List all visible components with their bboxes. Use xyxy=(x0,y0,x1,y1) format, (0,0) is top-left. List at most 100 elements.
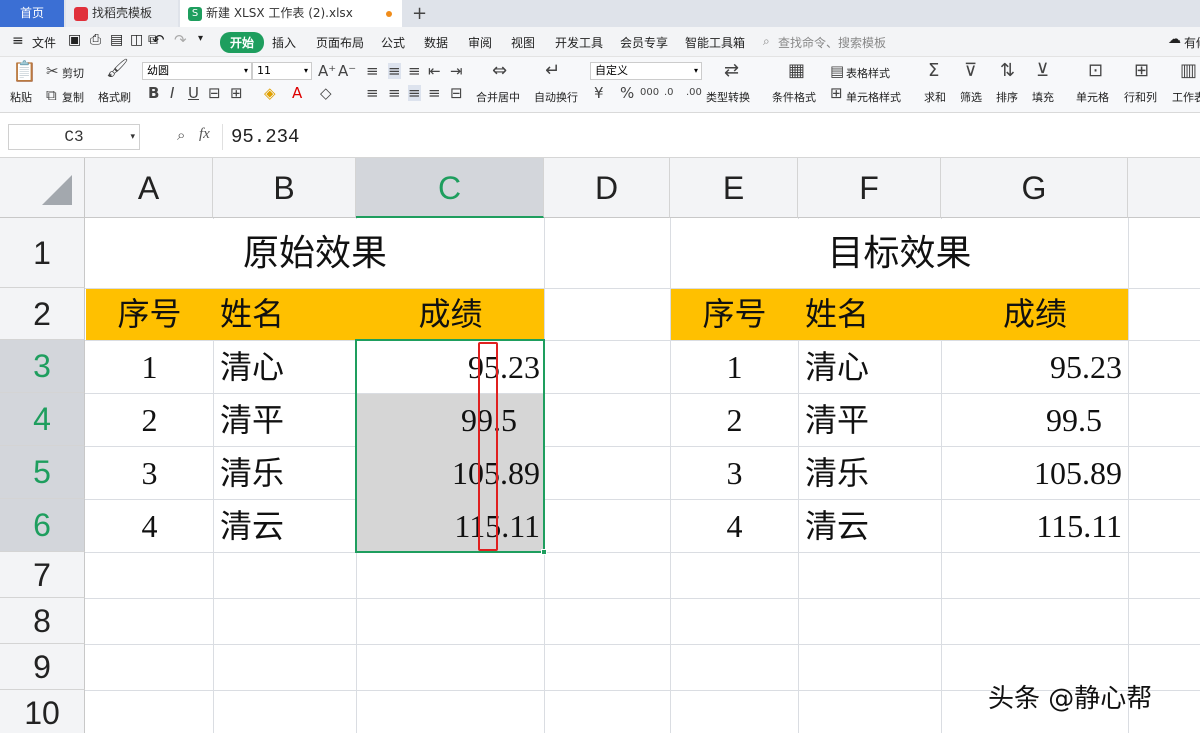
tab-docer-templates[interactable]: 找稻壳模板 xyxy=(66,0,178,27)
right-idx-2[interactable]: 2 xyxy=(671,394,798,446)
merge-center-icon[interactable]: ⇔ xyxy=(492,62,507,80)
select-all-corner[interactable] xyxy=(0,158,85,218)
align-middle-icon[interactable]: ≡ xyxy=(388,63,401,79)
left-idx-4[interactable]: 4 xyxy=(86,500,213,552)
tab-home[interactable]: 首页 xyxy=(0,0,64,27)
menu-right-label[interactable]: 有修 xyxy=(1184,34,1200,51)
underline-icon[interactable]: U xyxy=(188,85,199,101)
column-header-e[interactable]: E xyxy=(670,158,798,218)
right-idx-3[interactable]: 3 xyxy=(671,447,798,499)
right-idx-1[interactable]: 1 xyxy=(671,341,798,393)
right-score-1[interactable]: 95.23 xyxy=(942,341,1122,393)
table-style-button[interactable]: 表格样式 xyxy=(846,65,890,81)
menu-view[interactable]: 视图 xyxy=(511,34,535,51)
sort-icon[interactable]: ⇅ xyxy=(1000,62,1015,80)
row-col-icon[interactable]: ⊞ xyxy=(1134,62,1149,80)
column-header-a[interactable]: A xyxy=(85,158,213,218)
left-idx-1[interactable]: 1 xyxy=(86,341,213,393)
chevron-down-icon[interactable]: ▾ xyxy=(198,33,203,44)
sum-button[interactable]: 求和 xyxy=(924,89,946,105)
column-header-c[interactable]: C xyxy=(356,158,544,218)
font-size-select[interactable]: 11 ▾ xyxy=(252,62,312,80)
search-icon[interactable]: ⌕ xyxy=(763,34,770,49)
eraser-icon[interactable]: ◇ xyxy=(320,85,332,101)
row-header-2[interactable]: 2 xyxy=(0,288,85,340)
worksheet-button[interactable]: 工作表 xyxy=(1172,89,1200,105)
currency-icon[interactable]: ¥ xyxy=(594,85,604,101)
column-header-b[interactable]: B xyxy=(213,158,356,218)
number-format-select[interactable]: 自定义 ▾ xyxy=(590,62,702,80)
type-convert-icon[interactable]: ⇄ xyxy=(724,62,739,80)
row-header-1[interactable]: 1 xyxy=(0,218,85,288)
left-header-index[interactable]: 序号 xyxy=(86,289,213,340)
cell-icon[interactable]: ⊡ xyxy=(1088,62,1103,80)
cell-button[interactable]: 单元格 xyxy=(1076,89,1109,105)
type-convert-button[interactable]: 类型转换 xyxy=(706,89,750,105)
bold-icon[interactable]: B xyxy=(148,85,159,101)
copy-icon[interactable]: ⧉ xyxy=(46,87,57,103)
filter-icon[interactable]: ⊽ xyxy=(964,62,977,80)
sum-icon[interactable]: Σ xyxy=(928,62,939,80)
row-header-5[interactable]: 5 xyxy=(0,446,85,499)
strikethrough-icon[interactable]: ⊟ xyxy=(208,85,221,101)
menu-file[interactable]: 文件 xyxy=(32,34,56,51)
cell-style-icon[interactable]: ⊞ xyxy=(830,85,843,101)
wrap-text-icon[interactable]: ↵ xyxy=(545,62,560,80)
copy-button[interactable]: 复制 xyxy=(62,89,84,105)
menu-member[interactable]: 会员专享 xyxy=(620,34,668,51)
menu-page-layout[interactable]: 页面布局 xyxy=(316,34,364,51)
font-name-select[interactable]: 幼圆 ▾ xyxy=(142,62,252,80)
indent-increase-icon[interactable]: ⇥ xyxy=(450,63,463,79)
table-style-icon[interactable]: ▤ xyxy=(830,63,844,79)
distributed-icon[interactable]: ⊟ xyxy=(450,85,463,101)
paste-button[interactable]: 粘贴 xyxy=(10,89,32,105)
undo-icon[interactable]: ↶ xyxy=(152,31,165,49)
right-header-name[interactable]: 姓名 xyxy=(805,289,941,340)
worksheet-icon[interactable]: ▥ xyxy=(1180,62,1197,80)
align-center-icon[interactable]: ≡ xyxy=(388,85,401,101)
increase-decimal-icon[interactable]: .0 xyxy=(664,85,674,101)
left-idx-2[interactable]: 2 xyxy=(86,394,213,446)
format-painter-button[interactable]: 格式刷 xyxy=(98,89,131,105)
fill-color-icon[interactable]: ◈ xyxy=(264,85,276,101)
filter-button[interactable]: 筛选 xyxy=(960,89,982,105)
cloud-icon[interactable]: ☁ xyxy=(1168,32,1181,47)
wrap-text-button[interactable]: 自动换行 xyxy=(534,89,578,105)
left-idx-3[interactable]: 3 xyxy=(86,447,213,499)
name-box[interactable]: C3 ▾ xyxy=(8,124,140,150)
right-score-2[interactable]: 99.5 xyxy=(942,394,1102,446)
zoom-search-icon[interactable]: ⌕ xyxy=(177,126,185,144)
print-preview-icon[interactable]: ◫ xyxy=(130,32,143,48)
row-col-button[interactable]: 行和列 xyxy=(1124,89,1157,105)
align-left-icon[interactable]: ≡ xyxy=(366,85,379,101)
column-header-f[interactable]: F xyxy=(798,158,941,218)
left-name-3[interactable]: 清乐 xyxy=(220,447,356,499)
redo-icon[interactable]: ↷ xyxy=(174,31,187,49)
row-header-8[interactable]: 8 xyxy=(0,598,85,644)
fill-handle[interactable] xyxy=(541,549,547,555)
thousands-icon[interactable]: 000 xyxy=(640,85,659,101)
right-name-3[interactable]: 清乐 xyxy=(805,447,941,499)
indent-decrease-icon[interactable]: ⇤ xyxy=(428,63,441,79)
row-header-7[interactable]: 7 xyxy=(0,552,85,598)
row-header-3[interactable]: 3 xyxy=(0,340,85,393)
right-idx-4[interactable]: 4 xyxy=(671,500,798,552)
row-header-9[interactable]: 9 xyxy=(0,644,85,690)
align-bottom-icon[interactable]: ≡ xyxy=(408,63,421,79)
export-icon[interactable]: ⎙ xyxy=(90,32,101,48)
conditional-format-icon[interactable]: ▦ xyxy=(788,62,805,80)
right-score-3[interactable]: 105.89 xyxy=(942,447,1122,499)
column-header-g[interactable]: G xyxy=(941,158,1128,218)
left-name-4[interactable]: 清云 xyxy=(220,500,356,552)
fill-button[interactable]: 填充 xyxy=(1032,89,1054,105)
decrease-decimal-icon[interactable]: .00 xyxy=(686,85,702,101)
print-icon[interactable]: ▤ xyxy=(110,32,123,48)
menu-smart-toolbox[interactable]: 智能工具箱 xyxy=(685,34,745,51)
cut-button[interactable]: 剪切 xyxy=(62,65,84,81)
right-header-score[interactable]: 成绩 xyxy=(942,289,1128,340)
cell-style-button[interactable]: 单元格样式 xyxy=(846,89,901,105)
right-score-4[interactable]: 115.11 xyxy=(942,500,1122,552)
hamburger-icon[interactable]: ≡ xyxy=(12,33,24,49)
right-name-1[interactable]: 清心 xyxy=(805,341,941,393)
fx-icon[interactable]: fx xyxy=(199,126,210,143)
